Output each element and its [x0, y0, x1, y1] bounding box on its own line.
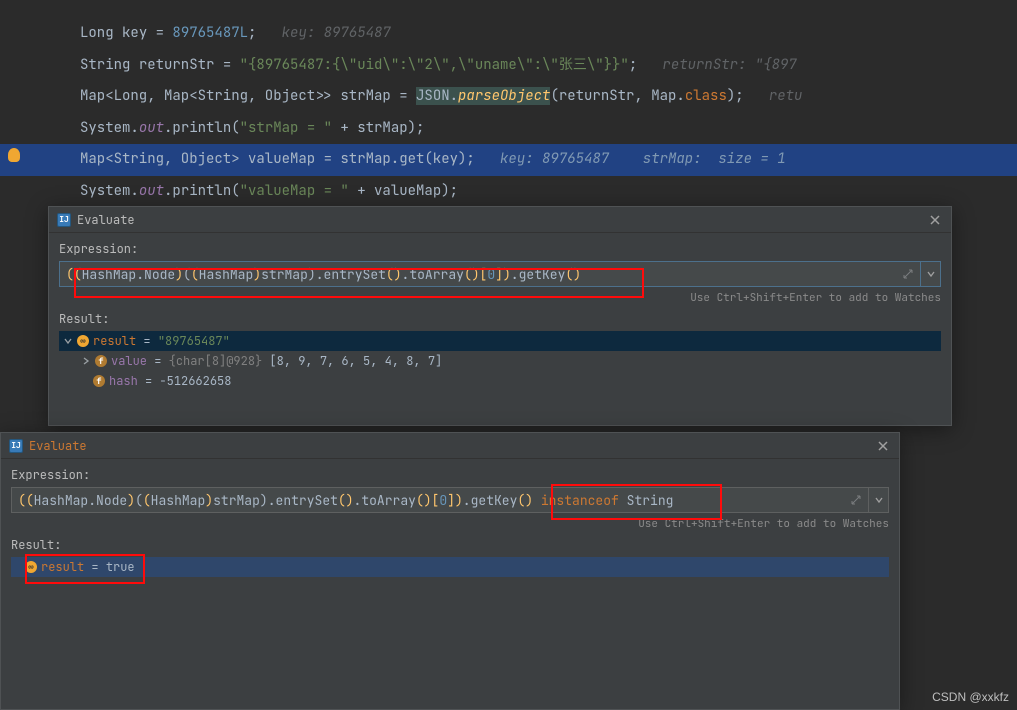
result-label: Result:	[11, 537, 889, 553]
code-line: System.out.println("strMap = " + strMap)…	[0, 113, 1017, 145]
expression-label: Expression:	[11, 467, 889, 483]
expression-input[interactable]: ((HashMap.Node)((HashMap)strMap).entrySe…	[59, 261, 921, 287]
code-line: Map<Long, Map<String, Object>> strMap = …	[0, 81, 1017, 113]
result-label: Result:	[59, 311, 941, 327]
close-icon[interactable]	[927, 212, 943, 228]
chevron-right-icon[interactable]	[81, 357, 91, 365]
expression-label: Expression:	[59, 241, 941, 257]
code-line: String returnStr = "{89765487:{\"uid\":\…	[0, 50, 1017, 82]
result-row[interactable]: f hash = -512662658	[59, 371, 941, 391]
evaluate-panel: IJ Evaluate Expression: ((HashMap.Node)(…	[48, 206, 952, 426]
chevron-down-icon[interactable]	[63, 337, 73, 345]
close-icon[interactable]	[875, 438, 891, 454]
panel-title: Evaluate	[77, 212, 135, 228]
shortcut-hint: Use Ctrl+Shift+Enter to add to Watches	[59, 291, 941, 305]
result-row[interactable]: ∞ result = "89765487"	[59, 331, 941, 351]
shortcut-hint: Use Ctrl+Shift+Enter to add to Watches	[11, 517, 889, 531]
code-line: System.out.println("valueMap = " + value…	[0, 176, 1017, 208]
panel-title: Evaluate	[29, 438, 87, 454]
code-line: Long key = 89765487L; key: 89765487	[0, 18, 1017, 50]
result-node-icon: ∞	[77, 335, 89, 347]
evaluate-panel: IJ Evaluate Expression: ((HashMap.Node)(…	[0, 432, 900, 710]
history-dropdown-icon[interactable]	[921, 261, 941, 287]
panel-titlebar[interactable]: IJ Evaluate	[1, 433, 899, 459]
ij-logo-icon: IJ	[57, 213, 71, 227]
code-editor[interactable]: Long key = 89765487L; key: 89765487 Stri…	[0, 0, 1017, 217]
result-row[interactable]: ∞ result = true	[11, 557, 889, 577]
field-node-icon: f	[95, 355, 107, 367]
history-dropdown-icon[interactable]	[869, 487, 889, 513]
expression-input[interactable]: ((HashMap.Node)((HashMap)strMap).entrySe…	[11, 487, 869, 513]
code-line-active: Map<String, Object> valueMap = strMap.ge…	[0, 144, 1017, 176]
expand-icon[interactable]	[902, 268, 914, 280]
result-node-icon: ∞	[25, 561, 37, 573]
ij-logo-icon: IJ	[9, 439, 23, 453]
panel-titlebar[interactable]: IJ Evaluate	[49, 207, 951, 233]
intention-bulb-icon[interactable]	[8, 148, 20, 162]
expand-icon[interactable]	[850, 494, 862, 506]
result-row[interactable]: f value = {char[8]@928} [8, 9, 7, 6, 5, …	[59, 351, 941, 371]
field-node-icon: f	[93, 375, 105, 387]
watermark: CSDN @xxkfz	[932, 690, 1009, 704]
